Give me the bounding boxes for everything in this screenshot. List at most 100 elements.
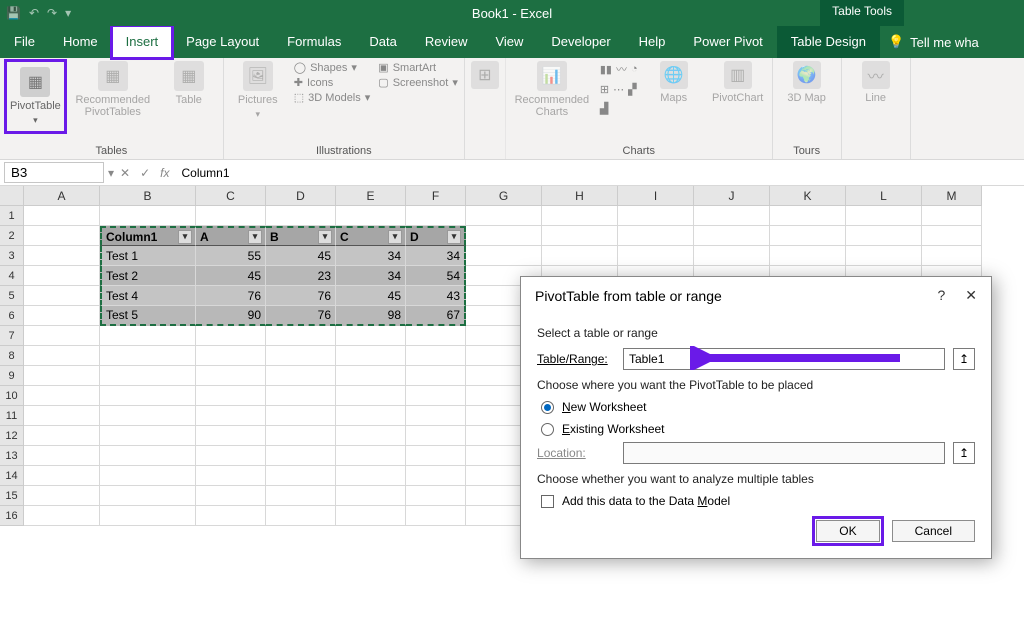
- cell[interactable]: [266, 326, 336, 346]
- tab-view[interactable]: View: [481, 26, 537, 58]
- cell[interactable]: [24, 246, 100, 266]
- cell[interactable]: [24, 426, 100, 446]
- cell[interactable]: [336, 426, 406, 446]
- cell[interactable]: [196, 486, 266, 506]
- cell[interactable]: [24, 486, 100, 506]
- maps-button[interactable]: 🌐 Maps: [646, 61, 702, 104]
- cell[interactable]: [266, 366, 336, 386]
- help-icon[interactable]: ?: [937, 287, 945, 304]
- pivotchart-button[interactable]: ▥ PivotChart: [710, 61, 766, 104]
- cell[interactable]: A: [196, 226, 266, 246]
- 3d-map-button[interactable]: 🌍 3D Map: [779, 61, 835, 104]
- cell[interactable]: 43: [406, 286, 466, 306]
- cell[interactable]: [24, 286, 100, 306]
- cell[interactable]: [24, 446, 100, 466]
- pie-chart-icon[interactable]: ◔: [631, 63, 638, 75]
- row-header[interactable]: 8: [0, 346, 24, 366]
- cell[interactable]: [196, 406, 266, 426]
- cancel-button[interactable]: Cancel: [892, 520, 975, 542]
- cell[interactable]: [336, 386, 406, 406]
- cell[interactable]: [406, 506, 466, 526]
- cancel-formula-icon[interactable]: ✕: [120, 166, 130, 180]
- cell[interactable]: [406, 426, 466, 446]
- cell[interactable]: [100, 446, 196, 466]
- scatter-chart-icon[interactable]: ⋯: [613, 83, 624, 96]
- cell[interactable]: [24, 206, 100, 226]
- tell-me-search[interactable]: 💡 Tell me wha: [888, 26, 979, 58]
- cell[interactable]: 34: [336, 266, 406, 286]
- cell[interactable]: [266, 206, 336, 226]
- cell[interactable]: [100, 346, 196, 366]
- col-header[interactable]: H: [542, 186, 618, 206]
- col-header[interactable]: L: [846, 186, 922, 206]
- redo-icon[interactable]: ↷: [47, 6, 57, 20]
- tab-help[interactable]: Help: [625, 26, 680, 58]
- ok-button[interactable]: OK: [816, 520, 879, 542]
- cell[interactable]: [266, 346, 336, 366]
- cell[interactable]: 45: [266, 246, 336, 266]
- col-header[interactable]: C: [196, 186, 266, 206]
- cell[interactable]: [266, 486, 336, 506]
- radio-existing-worksheet[interactable]: Existing Worksheet: [541, 422, 975, 436]
- row-header[interactable]: 5: [0, 286, 24, 306]
- cell[interactable]: [24, 406, 100, 426]
- sparkline-line-button[interactable]: 〰 Line: [848, 61, 904, 104]
- cell[interactable]: [770, 206, 846, 226]
- cell[interactable]: [770, 246, 846, 266]
- name-box-drop-icon[interactable]: ▾: [108, 166, 114, 180]
- cell[interactable]: [24, 466, 100, 486]
- cell[interactable]: [196, 386, 266, 406]
- cell[interactable]: [618, 226, 694, 246]
- cell[interactable]: 34: [406, 246, 466, 266]
- cell[interactable]: Test 5: [100, 306, 196, 326]
- cell[interactable]: 34: [336, 246, 406, 266]
- pivottable-button[interactable]: ▦ PivotTable ▾: [6, 61, 65, 132]
- row-header[interactable]: 4: [0, 266, 24, 286]
- cell[interactable]: [100, 206, 196, 226]
- cell[interactable]: [196, 366, 266, 386]
- qat-drop-icon[interactable]: ▾: [65, 6, 71, 20]
- cell[interactable]: [266, 386, 336, 406]
- row-header[interactable]: 15: [0, 486, 24, 506]
- collapse-dialog-icon[interactable]: ↥: [953, 442, 975, 464]
- tab-insert[interactable]: Insert: [112, 26, 173, 58]
- cell[interactable]: [922, 206, 982, 226]
- cell[interactable]: [846, 246, 922, 266]
- col-header[interactable]: J: [694, 186, 770, 206]
- cell[interactable]: [196, 206, 266, 226]
- cell[interactable]: [100, 326, 196, 346]
- name-box[interactable]: [4, 162, 104, 183]
- col-header[interactable]: K: [770, 186, 846, 206]
- cell[interactable]: [618, 246, 694, 266]
- close-icon[interactable]: ✕: [965, 287, 977, 304]
- cell[interactable]: [196, 346, 266, 366]
- col-header[interactable]: B: [100, 186, 196, 206]
- cell[interactable]: [336, 446, 406, 466]
- cell[interactable]: Test 2: [100, 266, 196, 286]
- cell[interactable]: 45: [336, 286, 406, 306]
- cell[interactable]: [196, 466, 266, 486]
- combo-chart-icon[interactable]: ▟: [600, 102, 608, 115]
- 3d-models-button[interactable]: ⬚3D Models ▾: [294, 91, 371, 104]
- recommended-pivottables-button[interactable]: ▦ Recommended PivotTables: [73, 61, 153, 118]
- screenshot-button[interactable]: ▢Screenshot ▾: [378, 76, 458, 89]
- cell[interactable]: [24, 366, 100, 386]
- bar-chart-icon[interactable]: ▮▮: [600, 63, 612, 76]
- cell[interactable]: [618, 206, 694, 226]
- cell[interactable]: [336, 506, 406, 526]
- cell[interactable]: [24, 326, 100, 346]
- save-icon[interactable]: 💾: [6, 6, 21, 20]
- row-header[interactable]: 9: [0, 366, 24, 386]
- row-header[interactable]: 16: [0, 506, 24, 526]
- cell[interactable]: [336, 466, 406, 486]
- col-header[interactable]: M: [922, 186, 982, 206]
- stock-chart-icon[interactable]: ▞: [628, 83, 636, 96]
- cell[interactable]: 23: [266, 266, 336, 286]
- tab-review[interactable]: Review: [411, 26, 482, 58]
- cell[interactable]: [24, 306, 100, 326]
- cell[interactable]: [922, 226, 982, 246]
- radio-new-worksheet[interactable]: New Worksheet: [541, 400, 975, 414]
- col-header[interactable]: A: [24, 186, 100, 206]
- cell[interactable]: [694, 226, 770, 246]
- cell[interactable]: [336, 326, 406, 346]
